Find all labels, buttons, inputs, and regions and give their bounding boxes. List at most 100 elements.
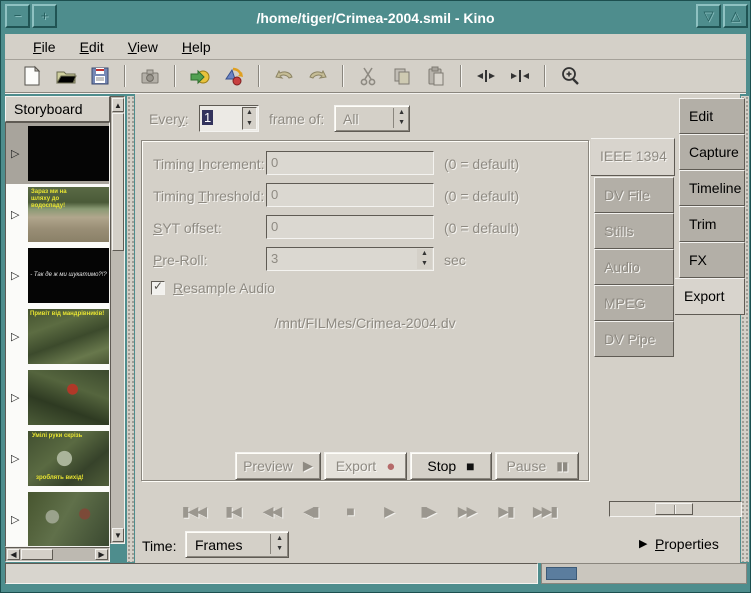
media-insert-icon[interactable] — [221, 63, 247, 89]
window-menu-button[interactable]: − — [5, 4, 30, 28]
pane-resize-handle[interactable] — [127, 96, 134, 562]
tab-mpeg[interactable]: MPEG — [594, 285, 674, 321]
scroll-left-icon[interactable]: ◀ — [7, 549, 20, 560]
tab-edit[interactable]: Edit — [679, 98, 745, 134]
spin-arrows-icon[interactable]: ▲▼ — [242, 107, 257, 130]
scroll-down-icon[interactable]: ▼ — [112, 528, 124, 542]
tab-stills[interactable]: Stills — [594, 213, 674, 249]
menu-file[interactable]: File — [23, 36, 66, 58]
storyboard-item[interactable]: ▷ - Так де ж ми шукатимо?!? — [6, 245, 110, 306]
clip-thumbnail[interactable] — [28, 492, 109, 547]
clip-thumbnail[interactable] — [28, 126, 109, 181]
window-iconify-button[interactable]: △ — [723, 4, 748, 28]
rewind-button[interactable]: ◀◀ — [259, 503, 284, 520]
tab-capture[interactable]: Capture — [679, 134, 745, 170]
menu-view[interactable]: View — [118, 36, 168, 58]
new-file-icon[interactable] — [19, 63, 45, 89]
vscroll-thumb[interactable] — [112, 113, 124, 251]
frame-forward-icon: ▮▶ — [420, 503, 434, 519]
triangle-up-icon: △ — [731, 8, 741, 23]
frame-of-dropdown[interactable]: All ▲▼ — [334, 105, 410, 132]
go-end-button[interactable]: ▶▶▮ — [532, 503, 557, 520]
zoom-icon[interactable] — [557, 63, 583, 89]
scroll-up-icon[interactable]: ▲ — [112, 98, 124, 112]
preview-button[interactable]: Preview ▶ — [235, 452, 321, 480]
undo-icon[interactable] — [271, 63, 297, 89]
clip-thumbnail[interactable]: Привіт від мандрівників! — [28, 309, 109, 364]
toolbar-separator — [460, 65, 462, 87]
go-start-button[interactable]: ▮◀◀ — [181, 503, 206, 520]
menu-help[interactable]: Help — [172, 36, 221, 58]
cut-icon[interactable] — [355, 63, 381, 89]
tab-export[interactable]: Export — [675, 278, 745, 315]
stop-button[interactable]: Stop ■ — [410, 452, 492, 480]
clip-thumbnail[interactable]: - Так де ж ми шукатимо?!? — [28, 248, 109, 303]
dropdown-arrows-icon: ▲▼ — [270, 534, 283, 554]
play-button[interactable]: ▶ — [376, 503, 401, 520]
split-clip-icon[interactable] — [473, 63, 499, 89]
export-button[interactable]: Export ● — [324, 452, 407, 480]
clip-marker-icon: ▷ — [11, 452, 19, 465]
next-scene-button[interactable]: ▶▮ — [493, 503, 518, 520]
fast-forward-button[interactable]: ▶▶ — [454, 503, 479, 520]
toolbar — [5, 60, 746, 93]
storyboard-header[interactable]: Storyboard — [5, 96, 110, 122]
tab-dv-file[interactable]: DV File — [594, 177, 674, 213]
join-clip-icon[interactable] — [507, 63, 533, 89]
storyboard-item[interactable]: ▷ Зараз ми на шляху до водоспаду! — [6, 184, 110, 245]
prev-scene-button[interactable]: ▮◀ — [220, 503, 245, 520]
menu-edit[interactable]: Edit — [70, 36, 114, 58]
record-icon: ● — [386, 458, 395, 475]
properties-expander-icon[interactable]: ▶ — [639, 537, 647, 550]
storyboard-item[interactable]: ▷ — [6, 367, 110, 428]
every-spinbox[interactable]: 1 ▲▼ — [199, 105, 259, 132]
seek-slider[interactable] — [609, 501, 742, 517]
storyboard-item[interactable]: ▷ Умілі руки скрізь зроблять вихід! — [6, 428, 110, 489]
publish-icon[interactable] — [187, 63, 213, 89]
frame-back-button[interactable]: ◀▮ — [298, 503, 323, 520]
pause-button[interactable]: Pause ▮▮ — [495, 452, 579, 480]
tab-ieee-1394[interactable]: IEEE 1394 — [591, 138, 675, 176]
spin-arrows-icon[interactable]: ▲▼ — [417, 249, 432, 269]
stop-transport-button[interactable]: ■ — [337, 503, 362, 519]
paste-icon[interactable] — [423, 63, 449, 89]
storyboard-item[interactable]: ▷ Привіт від мандрівників! — [6, 306, 110, 367]
time-format-value: Frames — [195, 537, 242, 553]
frame-forward-button[interactable]: ▮▶ — [415, 503, 440, 520]
window-shade-button[interactable]: ▽ — [696, 4, 721, 28]
tab-dv-pipe[interactable]: DV Pipe — [594, 321, 674, 357]
timing-increment-hint: (0 = default) — [444, 156, 519, 172]
export-file-path: /mnt/FILMes/Crimea-2004.dv — [141, 315, 589, 331]
clip-thumbnail[interactable]: Умілі руки скрізь зроблять вихід! — [28, 431, 109, 486]
time-format-dropdown[interactable]: Frames ▲▼ — [185, 531, 289, 558]
tab-timeline[interactable]: Timeline — [679, 170, 745, 206]
redo-icon[interactable] — [305, 63, 331, 89]
hscroll-thumb[interactable] — [21, 549, 53, 560]
clip-thumbnail[interactable] — [28, 370, 109, 425]
seek-slider-thumb[interactable] — [655, 503, 693, 515]
timing-threshold-input[interactable]: 0 — [266, 183, 434, 207]
stop-icon: ■ — [466, 458, 474, 474]
scroll-right-icon[interactable]: ▶ — [95, 549, 108, 560]
storyboard-item[interactable]: ▷ — [6, 123, 110, 184]
storyboard-hscrollbar[interactable]: ◀ ▶ — [5, 547, 110, 562]
save-file-icon[interactable] — [87, 63, 113, 89]
capture-camera-icon[interactable] — [137, 63, 163, 89]
open-file-icon[interactable] — [53, 63, 79, 89]
copy-icon[interactable] — [389, 63, 415, 89]
tab-fx[interactable]: FX — [679, 242, 745, 278]
storyboard-vscrollbar[interactable]: ▲ ▼ — [110, 96, 125, 544]
clip-thumbnail[interactable]: Зараз ми на шляху до водоспаду! — [28, 187, 109, 242]
window-maximize-button[interactable]: + — [32, 4, 57, 28]
storyboard-item[interactable]: ▷ — [6, 489, 110, 547]
timing-increment-input[interactable]: 0 — [266, 151, 434, 175]
resample-audio-checkbox[interactable]: ✓ — [151, 281, 165, 295]
tab-audio[interactable]: Audio — [594, 249, 674, 285]
syt-offset-input[interactable]: 0 — [266, 215, 434, 239]
pre-roll-spinbox[interactable]: 3 ▲▼ — [266, 247, 434, 271]
properties-link[interactable]: Properties — [655, 536, 719, 552]
tab-trim[interactable]: Trim — [679, 206, 745, 242]
clip-marker-icon: ▷ — [11, 330, 19, 343]
next-scene-icon: ▶▮ — [498, 503, 512, 519]
title-bar[interactable]: /home/tiger/Crimea-2004.smil - Kino — [5, 3, 746, 32]
